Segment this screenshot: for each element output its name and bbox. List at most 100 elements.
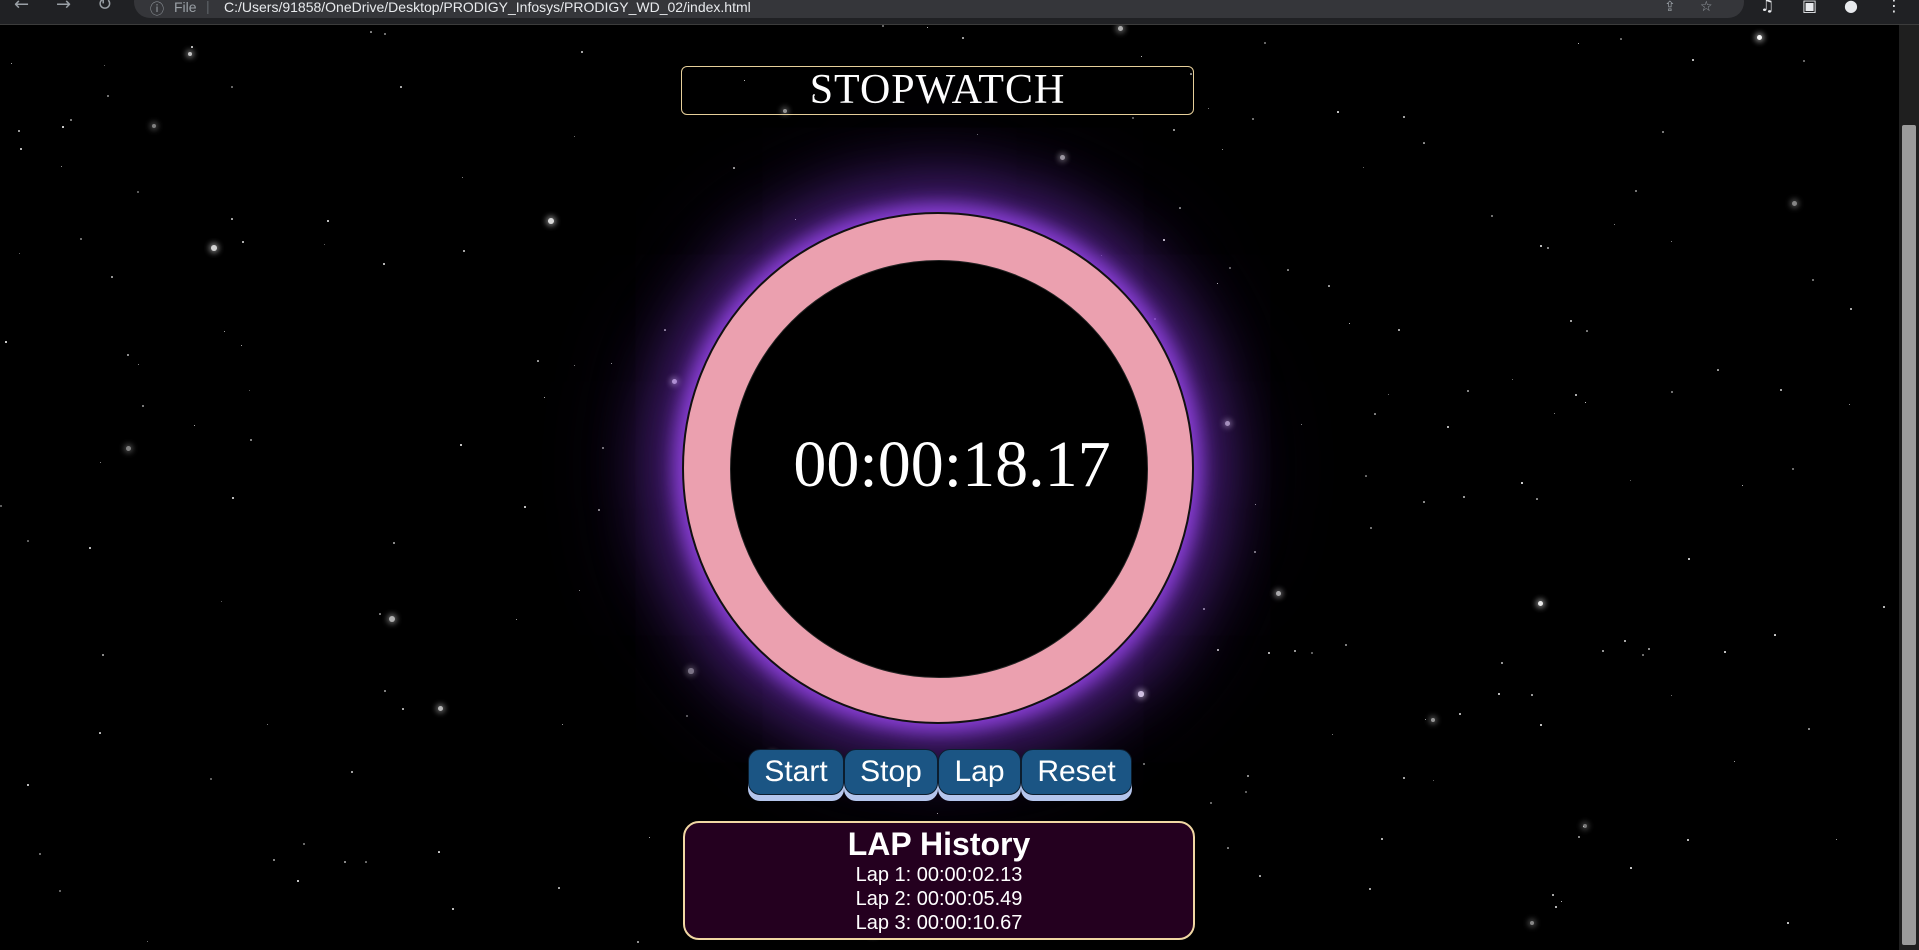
star-dot — [232, 497, 235, 500]
star-dot — [393, 542, 396, 545]
star-dot — [1163, 239, 1165, 241]
star-dot — [1585, 402, 1587, 404]
star-dot — [1433, 780, 1435, 782]
star-dot — [1662, 131, 1665, 134]
star-dot — [1724, 651, 1727, 654]
star-dot — [672, 379, 677, 384]
star-dot — [1208, 108, 1210, 110]
star-dot — [1642, 654, 1644, 656]
star-dot — [1287, 269, 1289, 271]
title-box: STOPWATCH — [681, 66, 1194, 115]
star-dot — [1624, 640, 1627, 643]
star-dot — [100, 462, 102, 464]
share-icon[interactable]: ⇪ — [1664, 0, 1676, 15]
star-dot — [384, 33, 387, 36]
star-dot — [1536, 498, 1538, 500]
star-dot — [1540, 245, 1542, 247]
start-button[interactable]: Start — [748, 749, 844, 795]
star-dot — [1575, 394, 1578, 397]
star-dot — [27, 784, 30, 787]
extensions-icon[interactable]: ▣ — [1802, 0, 1817, 15]
star-dot — [1671, 241, 1673, 243]
star-dot — [127, 354, 129, 356]
star-dot — [438, 851, 440, 853]
star-dot — [1717, 369, 1719, 371]
info-circle-icon[interactable]: ⓘ — [150, 0, 164, 19]
star-dot — [1247, 775, 1250, 778]
star-dot — [1463, 496, 1466, 499]
star-dot — [1850, 308, 1852, 310]
profile-icon[interactable]: ● — [1844, 0, 1858, 15]
star-dot — [89, 547, 91, 549]
star-dot — [344, 861, 347, 864]
scrollbar-thumb[interactable] — [1902, 125, 1916, 945]
star-dot — [463, 250, 465, 252]
star-dot — [1687, 839, 1690, 842]
star-dot — [1143, 763, 1146, 766]
star-dot — [1227, 847, 1229, 849]
lap-button[interactable]: Lap — [938, 749, 1021, 795]
media-control-icon[interactable]: ♫ — [1760, 0, 1774, 15]
star-dot — [1203, 608, 1206, 611]
star-dot — [1332, 734, 1334, 736]
address-bar[interactable]: ⓘ File | C:/Users/91858/OneDrive/Desktop… — [134, 0, 1744, 18]
star-dot — [1512, 379, 1514, 381]
star-dot — [1365, 475, 1367, 477]
stop-button[interactable]: Stop — [844, 749, 938, 795]
stopwatch-face: 00:00:18.17 — [730, 260, 1148, 678]
star-dot — [1217, 283, 1219, 285]
vertical-scrollbar[interactable] — [1899, 25, 1919, 950]
address-separator: | — [206, 0, 210, 14]
star-dot — [1671, 695, 1673, 697]
star-dot — [249, 390, 250, 391]
star-dot — [524, 506, 526, 508]
star-dot — [1498, 693, 1501, 696]
star-dot — [379, 613, 381, 615]
star-dot — [579, 590, 581, 592]
star-dot — [1554, 413, 1556, 415]
star-dot — [111, 276, 114, 279]
star-dot — [126, 446, 132, 452]
star-dot — [138, 364, 140, 366]
star-dot — [977, 134, 979, 136]
reset-button[interactable]: Reset — [1021, 749, 1132, 795]
star-dot — [1808, 728, 1811, 731]
star-dot — [194, 425, 196, 427]
star-dot — [1370, 527, 1373, 530]
forward-arrow-icon[interactable]: → — [56, 0, 71, 15]
star-dot — [1264, 42, 1267, 45]
star-dot — [1635, 190, 1638, 193]
star-dot — [1692, 59, 1695, 62]
star-dot — [231, 86, 233, 88]
star-dot — [147, 941, 149, 943]
star-dot — [1447, 426, 1450, 429]
star-dot — [548, 218, 554, 224]
star-dot — [733, 167, 735, 169]
star-dot — [142, 405, 145, 408]
star-dot — [1812, 279, 1815, 282]
star-dot — [581, 51, 584, 54]
reload-icon[interactable]: ↻ — [97, 0, 112, 15]
star-dot — [1614, 224, 1616, 226]
star-dot — [1491, 215, 1494, 218]
star-dot — [1254, 551, 1257, 554]
star-dot — [188, 52, 193, 57]
star-dot — [1578, 836, 1581, 839]
star-dot — [19, 253, 21, 255]
bookmark-star-icon[interactable]: ☆ — [1700, 0, 1713, 15]
star-dot — [1552, 894, 1555, 897]
star-dot — [1521, 482, 1523, 484]
url-text[interactable]: C:/Users/91858/OneDrive/Desktop/PRODIGY_… — [224, 0, 751, 15]
star-dot — [1132, 117, 1135, 120]
star-dot — [1688, 558, 1691, 561]
star-dot — [1345, 644, 1347, 646]
back-arrow-icon[interactable]: ← — [14, 0, 29, 15]
star-dot — [544, 397, 546, 399]
star-dot — [1742, 485, 1744, 487]
star-dot — [62, 126, 64, 128]
star-dot — [1398, 329, 1401, 332]
star-dot — [1570, 320, 1573, 323]
control-buttons: Start Stop Lap Reset — [748, 749, 1132, 801]
star-dot — [389, 616, 395, 622]
menu-kebab-icon[interactable]: ⋮ — [1886, 0, 1902, 15]
